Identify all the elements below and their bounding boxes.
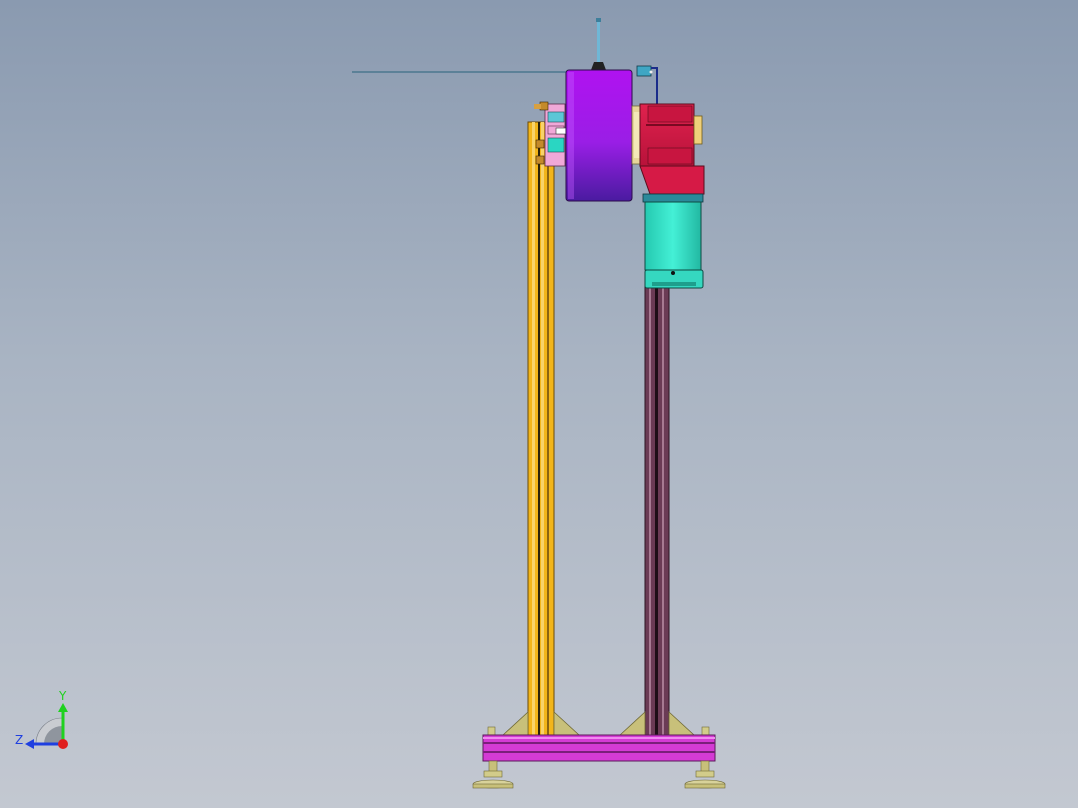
y-axis-label: Y	[58, 689, 67, 703]
right-column[interactable]	[644, 284, 670, 736]
x-axis-dot	[58, 739, 68, 749]
top-probe[interactable]	[591, 18, 606, 70]
coordinate-triad: Y Z	[15, 689, 68, 749]
sensor-bracket[interactable]	[636, 65, 658, 104]
gearbox[interactable]	[639, 103, 705, 195]
z-axis-label: Z	[15, 733, 23, 747]
z-axis-arrow	[25, 739, 34, 749]
drum[interactable]	[565, 69, 633, 202]
left-column[interactable]	[527, 121, 555, 736]
y-axis-arrow	[58, 703, 68, 712]
base-beam[interactable]	[482, 734, 716, 762]
motor[interactable]	[642, 193, 704, 289]
leveling-foot-left[interactable]	[472, 760, 514, 789]
leveling-foot-right[interactable]	[684, 760, 726, 789]
cad-viewport[interactable]	[0, 0, 1078, 808]
